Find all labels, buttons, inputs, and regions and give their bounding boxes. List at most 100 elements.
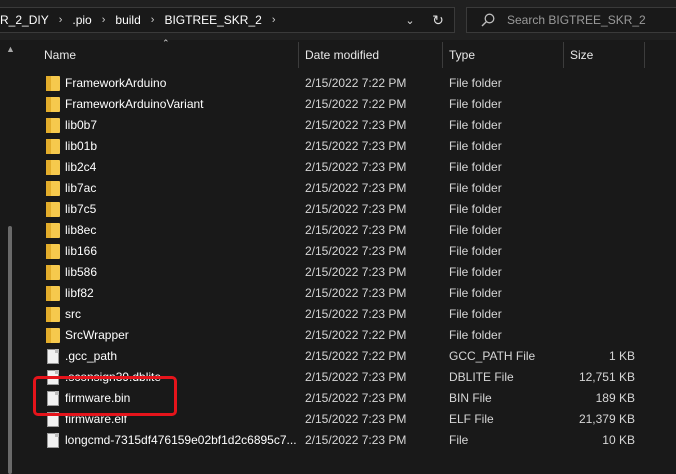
column-divider[interactable] [644,42,645,68]
file-type: File folder [449,139,502,153]
breadcrumb-item[interactable]: R_2_DIY [0,13,49,27]
file-date-modified: 2/15/2022 7:22 PM [305,76,407,90]
folder-icon [46,328,60,343]
file-date-modified: 2/15/2022 7:23 PM [305,391,407,405]
file-date-modified: 2/15/2022 7:22 PM [305,328,407,342]
file-row[interactable]: SrcWrapper 2/15/2022 7:22 PM File folder [22,325,676,346]
folder-icon [46,223,60,238]
file-name: libf82 [65,286,94,300]
file-type: File [449,433,469,447]
file-type: File folder [449,202,502,216]
file-row[interactable]: lib01b 2/15/2022 7:23 PM File folder [22,136,676,157]
file-row[interactable]: lib2c4 2/15/2022 7:23 PM File folder [22,157,676,178]
file-type: GCC_PATH File [449,349,536,363]
file-size: 21,379 KB [578,412,635,426]
vertical-scrollbar[interactable]: ▲ [0,40,22,474]
file-type: DBLITE File [449,370,514,384]
file-icon [47,433,59,448]
file-size: 189 KB [595,391,635,405]
file-size [562,220,635,241]
file-date-modified: 2/15/2022 7:23 PM [305,160,407,174]
column-type[interactable]: Type [443,40,563,70]
file-size [562,178,635,199]
file-date-modified: 2/15/2022 7:23 PM [305,370,407,384]
file-name: lib166 [65,244,98,258]
file-row[interactable]: longcmd-7315df476159e02bf1d2c6895c7... 2/… [22,430,676,451]
file-type: File folder [449,76,502,90]
file-size [562,262,635,283]
file-size [562,283,635,304]
breadcrumb-item[interactable]: BIGTREE_SKR_2 [164,13,261,27]
file-row[interactable]: FrameworkArduino 2/15/2022 7:22 PM File fo… [22,73,676,94]
folder-icon [46,160,60,175]
file-name: lib7ac [65,181,97,195]
breadcrumb-chevron-icon[interactable]: › [151,14,155,26]
file-type: File folder [449,307,502,321]
file-type: File folder [449,328,502,342]
breadcrumb-item[interactable]: .pio [72,13,91,27]
column-size[interactable]: Size [564,40,644,70]
file-type: File folder [449,97,502,111]
file-date-modified: 2/15/2022 7:23 PM [305,307,407,321]
folder-icon [46,244,60,259]
column-name[interactable]: Name [38,40,298,70]
file-row[interactable]: lib8ec 2/15/2022 7:23 PM File folder [22,220,676,241]
file-row[interactable]: FrameworkArduinoVariant 2/15/2022 7:22 PM… [22,94,676,115]
search-placeholder: Search BIGTREE_SKR_2 [507,13,646,27]
file-name: FrameworkArduino [65,76,167,90]
file-size [562,73,635,94]
file-name: lib8ec [65,223,97,237]
file-name: SrcWrapper [65,328,129,342]
file-date-modified: 2/15/2022 7:23 PM [305,433,407,447]
file-date-modified: 2/15/2022 7:23 PM [305,181,407,195]
folder-icon [46,286,60,301]
file-name: src [65,307,81,321]
refresh-icon[interactable]: ↻ [425,8,451,32]
file-size [562,304,635,325]
folder-icon [46,202,60,217]
file-type: File folder [449,160,502,174]
file-row[interactable]: src 2/15/2022 7:23 PM File folder [22,304,676,325]
breadcrumb-item[interactable]: build [115,13,140,27]
scroll-up-arrow-icon[interactable]: ▲ [6,44,15,54]
highlight-box [33,376,177,416]
file-date-modified: 2/15/2022 7:22 PM [305,349,407,363]
breadcrumb[interactable]: R_2_DIY › .pio › build › BIGTREE_SKR_2 › ⌄ ↻ [0,7,455,33]
file-row[interactable]: libf82 2/15/2022 7:23 PM File folder [22,283,676,304]
breadcrumb-chevron-icon[interactable]: › [272,14,276,26]
file-type: File folder [449,223,502,237]
file-size [562,115,635,136]
file-row[interactable]: lib166 2/15/2022 7:23 PM File folder [22,241,676,262]
file-row[interactable]: lib0b7 2/15/2022 7:23 PM File folder [22,115,676,136]
column-date-modified[interactable]: Date modified [299,40,442,70]
file-name: lib586 [65,265,98,279]
file-row[interactable]: .gcc_path 2/15/2022 7:22 PM GCC_PATH File 1… [22,346,676,367]
file-size [562,325,635,346]
folder-icon [46,181,60,196]
file-type: File folder [449,118,502,132]
breadcrumb-chevron-icon[interactable]: › [102,14,106,26]
file-type: File folder [449,286,502,300]
file-name: lib2c4 [65,160,97,174]
file-row[interactable]: lib7c5 2/15/2022 7:23 PM File folder [22,199,676,220]
file-size [562,241,635,262]
file-name: longcmd-7315df476159e02bf1d2c6895c7... [65,433,297,447]
scrollbar-thumb[interactable] [8,226,12,474]
search-icon [481,13,495,27]
folder-icon [46,118,60,133]
folder-icon [46,76,60,91]
search-input[interactable]: Search BIGTREE_SKR_2 [466,7,676,33]
file-date-modified: 2/15/2022 7:23 PM [305,118,407,132]
file-size: 12,751 KB [578,370,635,384]
file-date-modified: 2/15/2022 7:23 PM [305,202,407,216]
file-row[interactable]: lib586 2/15/2022 7:23 PM File folder [22,262,676,283]
file-size [562,136,635,157]
file-type: ELF File [449,412,494,426]
breadcrumb-chevron-icon[interactable]: › [59,14,63,26]
file-date-modified: 2/15/2022 7:23 PM [305,244,407,258]
file-name: lib7c5 [65,202,97,216]
file-icon [47,349,59,364]
folder-icon [46,307,60,322]
file-row[interactable]: lib7ac 2/15/2022 7:23 PM File folder [22,178,676,199]
chevron-down-icon[interactable]: ⌄ [398,8,422,32]
